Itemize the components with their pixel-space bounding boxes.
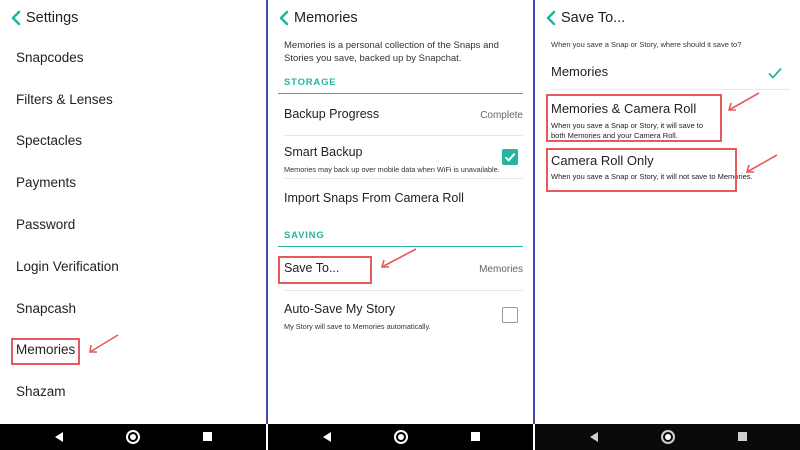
settings-item-login-verification[interactable]: Login Verification (0, 250, 266, 286)
saving-section-header: SAVING (284, 230, 325, 241)
section-divider (278, 93, 523, 94)
settings-item-password[interactable]: Password (0, 208, 266, 244)
autosave-row[interactable]: Auto-Save My Story My Story will save to… (268, 293, 533, 337)
smart-backup-desc: Memories may back up over mobile data wh… (284, 165, 500, 174)
back-icon[interactable] (278, 9, 290, 27)
settings-item-label: Filters & Lenses (16, 92, 113, 107)
settings-item-shazam[interactable]: Shazam (0, 375, 266, 411)
settings-item-label: Snapcodes (16, 50, 84, 65)
settings-item-label: Shazam (16, 384, 66, 399)
save-to-header: Save To... (535, 0, 800, 38)
settings-item-spectacles[interactable]: Spectacles (0, 124, 266, 160)
annotation-arrow-icon (745, 154, 778, 173)
annotation-arrow-icon (380, 248, 417, 268)
autosave-label: Auto-Save My Story (284, 302, 396, 316)
autosave-desc: My Story will save to Memories automatic… (284, 322, 431, 331)
backup-progress-row[interactable]: Backup Progress Complete (268, 98, 533, 134)
settings-item-label: Snapcash (16, 301, 77, 316)
settings-item-payments[interactable]: Payments (0, 166, 266, 202)
highlight-box (278, 256, 372, 284)
backup-progress-label: Backup Progress (284, 107, 380, 121)
android-nav-bar (535, 424, 800, 450)
save-to-prompt: When you save a Snap or Story, where sho… (551, 40, 742, 49)
page-title: Memories (294, 10, 358, 26)
settings-item-label: Login Verification (16, 259, 119, 274)
highlight-box (546, 148, 737, 192)
memories-screen: Memories Memories is a personal collecti… (268, 0, 533, 450)
smart-backup-row[interactable]: Smart Backup Memories may back up over m… (268, 137, 533, 181)
annotation-arrow-icon (727, 92, 760, 111)
import-snaps-label: Import Snaps From Camera Roll (284, 191, 464, 205)
memories-intro: Memories is a personal collection of the… (284, 40, 499, 64)
highlight-box (546, 94, 722, 142)
annotation-arrow-icon (89, 334, 119, 353)
backup-progress-value: Complete (480, 110, 523, 121)
settings-item-snapcash[interactable]: Snapcash (0, 292, 266, 328)
import-snaps-row[interactable]: Import Snaps From Camera Roll (268, 182, 533, 218)
checkmark-icon (768, 67, 782, 79)
nav-recent-icon[interactable] (203, 432, 212, 441)
row-divider (284, 178, 523, 179)
back-icon[interactable] (10, 9, 22, 27)
smart-backup-checkbox[interactable] (502, 149, 518, 165)
nav-home-icon[interactable] (661, 430, 675, 444)
nav-back-icon[interactable] (323, 432, 331, 442)
settings-item-label: Password (16, 217, 76, 232)
nav-home-icon[interactable] (394, 430, 408, 444)
option-memories[interactable]: Memories (535, 56, 800, 90)
highlight-box (11, 338, 80, 365)
settings-item-filters-lenses[interactable]: Filters & Lenses (0, 83, 266, 119)
settings-header: Settings (0, 0, 266, 38)
nav-recent-icon[interactable] (471, 432, 480, 441)
settings-item-snapcodes[interactable]: Snapcodes (0, 41, 266, 77)
option-label: Memories (551, 64, 609, 79)
settings-item-label: Payments (16, 175, 77, 190)
smart-backup-label: Smart Backup (284, 145, 363, 159)
save-to-value: Memories (479, 264, 523, 275)
save-to-screen: Save To... When you save a Snap or Story… (535, 0, 800, 450)
settings-screen: Settings Snapcodes Filters & Lenses Spec… (0, 0, 266, 450)
nav-home-icon[interactable] (126, 430, 140, 444)
back-icon[interactable] (545, 9, 557, 27)
nav-recent-icon[interactable] (738, 432, 747, 441)
autosave-checkbox[interactable] (502, 307, 518, 323)
settings-item-label: Spectacles (16, 133, 83, 148)
row-divider (284, 290, 523, 291)
memories-header: Memories (268, 0, 533, 38)
android-nav-bar (0, 424, 266, 450)
row-divider (284, 135, 523, 136)
storage-section-header: STORAGE (284, 77, 337, 88)
page-title: Settings (26, 10, 79, 26)
nav-back-icon[interactable] (55, 432, 63, 442)
android-nav-bar (268, 424, 533, 450)
page-title: Save To... (561, 10, 626, 26)
nav-back-icon[interactable] (590, 432, 598, 442)
